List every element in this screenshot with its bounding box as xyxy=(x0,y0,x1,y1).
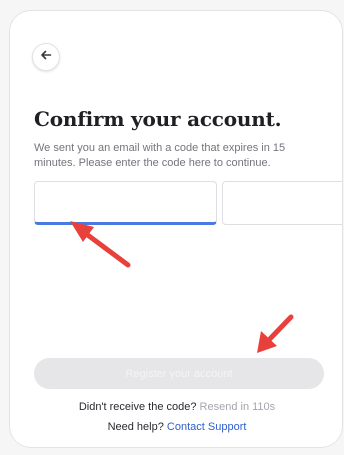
page-title: Confirm your account. xyxy=(34,107,282,131)
instructions-text: We sent you an email with a code that ex… xyxy=(34,142,286,169)
back-button[interactable] xyxy=(32,43,60,71)
resend-code-link[interactable]: Resend in 110s xyxy=(200,401,276,413)
contact-support-link[interactable]: Contact Support xyxy=(167,421,247,433)
help-prompt: Need help? xyxy=(107,421,164,433)
confirm-account-card: Confirm your account. We sent you an ema… xyxy=(9,10,343,448)
resend-code-row: Didn't receive the code? Resend in 110s xyxy=(10,401,342,413)
arrow-left-icon xyxy=(40,48,52,66)
resend-prompt: Didn't receive the code? xyxy=(78,401,197,413)
help-row: Need help? Contact Support xyxy=(10,421,342,433)
code-digit-2[interactable] xyxy=(222,181,342,225)
verification-code-inputs xyxy=(34,181,342,225)
code-digit-1[interactable] xyxy=(34,181,217,225)
register-account-button[interactable]: Register your account xyxy=(34,358,324,389)
